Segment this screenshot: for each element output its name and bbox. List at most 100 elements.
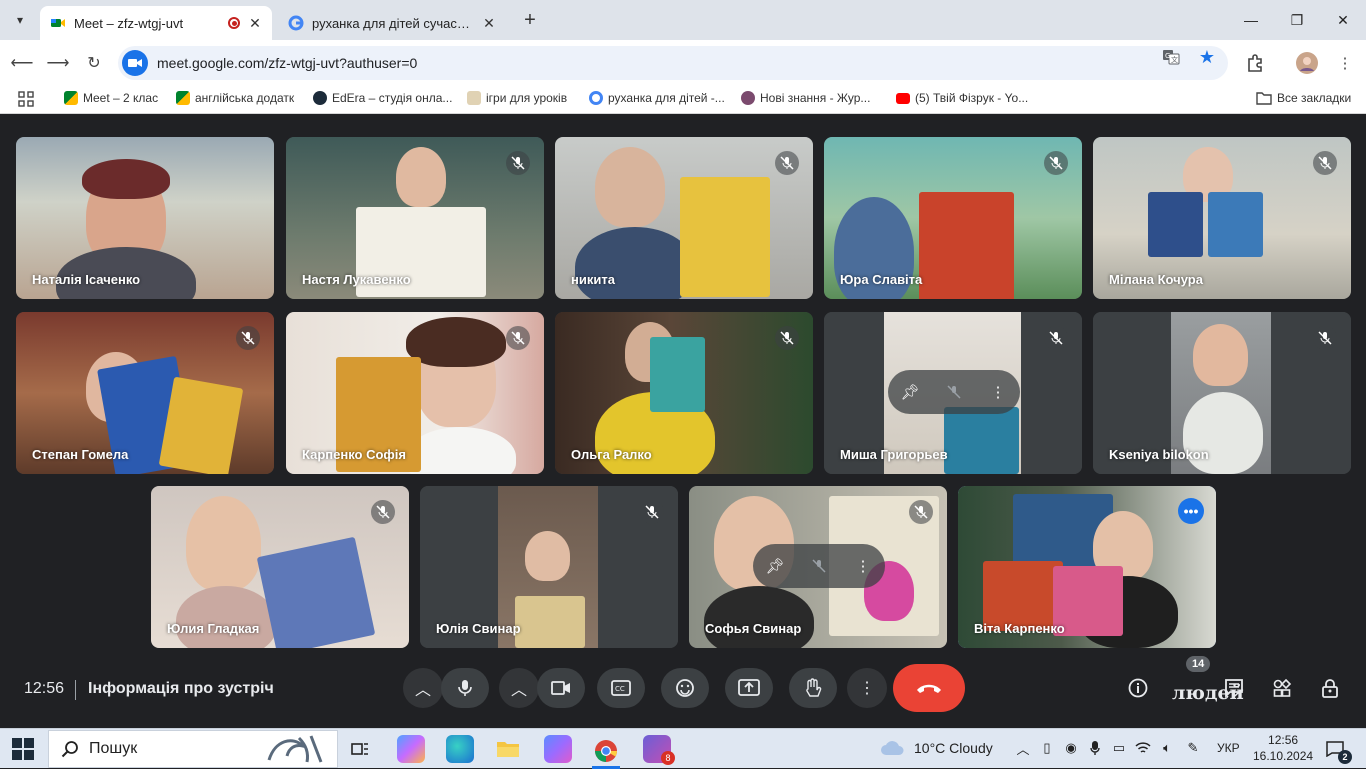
apps-grid-icon[interactable]: [18, 91, 34, 107]
minimize-button[interactable]: —: [1228, 6, 1274, 34]
meeting-controls: 12:56 Інформація про зустріч ︿ ︿ CC ⋮ 14…: [0, 656, 1366, 728]
url-text[interactable]: meet.google.com/zfz-wtgj-uvt?authuser=0: [157, 55, 417, 71]
camera-in-use-icon[interactable]: ◉: [1062, 739, 1080, 757]
bookmark-star-icon[interactable]: ★: [1196, 46, 1218, 68]
forward-button[interactable]: ⟶: [46, 51, 70, 75]
participant-tile[interactable]: Наталія Ісаченко: [16, 137, 274, 299]
meeting-details-label[interactable]: Інформація про зустріч: [88, 680, 274, 698]
present-screen-button[interactable]: [725, 668, 773, 708]
translate-icon[interactable]: G文: [1160, 46, 1182, 68]
leave-call-button[interactable]: [893, 664, 965, 712]
reload-button[interactable]: ↻: [82, 51, 106, 75]
wifi-icon[interactable]: [1134, 739, 1152, 757]
reactions-button[interactable]: [661, 668, 709, 708]
captions-button[interactable]: CC: [597, 668, 645, 708]
participant-tile[interactable]: Софья Свинар 📌︎ ⋮: [689, 486, 947, 648]
bookmark-item[interactable]: ігри для уроків: [467, 91, 567, 105]
participant-tile[interactable]: Ольга Ралко: [555, 312, 813, 474]
host-controls-icon[interactable]: [1318, 676, 1342, 700]
bookmark-item[interactable]: Meet – 2 клас: [64, 91, 158, 105]
edge-browser-icon[interactable]: [446, 735, 474, 763]
microphone-button[interactable]: [441, 668, 489, 708]
taskbar-time: 12:56: [1268, 733, 1299, 747]
show-hidden-icons-icon[interactable]: ︿: [1014, 739, 1032, 757]
meet-favicon-icon: [51, 19, 65, 27]
participant-tile[interactable]: Мілана Кочура: [1093, 137, 1351, 299]
pin-icon[interactable]: 📌︎: [764, 555, 786, 577]
teams-icon[interactable]: 8: [643, 735, 675, 765]
meeting-info-icon[interactable]: [1126, 676, 1150, 700]
tray-app-icon[interactable]: ▯: [1038, 739, 1056, 757]
notifications-icon[interactable]: 2: [1324, 738, 1352, 764]
bookmark-item[interactable]: EdEra – студія онла...: [313, 91, 452, 105]
tab-search[interactable]: руханка для дітей сучасна - По ✕: [278, 6, 506, 40]
raise-hand-button[interactable]: [789, 668, 837, 708]
copilot-icon[interactable]: [397, 735, 425, 763]
participant-tile[interactable]: Юлія Свинар: [420, 486, 678, 648]
file-explorer-icon[interactable]: [494, 735, 522, 763]
copilot-app-icon[interactable]: [544, 735, 572, 763]
participant-tile[interactable]: Степан Гомела: [16, 312, 274, 474]
new-tab-button[interactable]: +: [518, 8, 542, 32]
meet-icon: [176, 91, 190, 105]
restore-button[interactable]: ❐: [1274, 6, 1320, 34]
microphone-in-use-icon[interactable]: [1086, 739, 1104, 757]
mic-off-icon: [1044, 151, 1068, 175]
participant-tile[interactable]: Віта Карпенко •••: [958, 486, 1216, 648]
windows-start-icon[interactable]: [12, 738, 34, 760]
bookmark-item[interactable]: Нові знання - Жур...: [741, 91, 870, 105]
battery-icon[interactable]: ▭: [1110, 739, 1128, 757]
mute-participant-icon[interactable]: [943, 381, 965, 403]
taskbar-search-box[interactable]: Пошук: [48, 730, 338, 768]
browser-menu-icon[interactable]: ⋮: [1334, 52, 1356, 74]
tab-meet[interactable]: Meet – zfz-wtgj-uvt ✕: [40, 6, 272, 40]
more-options-icon[interactable]: ⋮: [987, 381, 1009, 403]
profile-avatar[interactable]: [1296, 52, 1318, 74]
extensions-icon[interactable]: [1244, 52, 1266, 74]
close-tab-icon[interactable]: ✕: [482, 15, 496, 32]
page-icon: [467, 91, 481, 105]
camera-icon[interactable]: [122, 50, 148, 76]
participant-count-badge: 14: [1186, 656, 1211, 672]
bookmark-item[interactable]: англійська додатк: [176, 91, 294, 105]
participant-tile[interactable]: никита: [555, 137, 813, 299]
close-tab-icon[interactable]: ✕: [248, 15, 262, 32]
chrome-icon[interactable]: [592, 735, 620, 769]
participant-tile[interactable]: Kseniya bilokon: [1093, 312, 1351, 474]
task-view-icon[interactable]: [346, 735, 374, 763]
participant-tile[interactable]: Карпенко Софія: [286, 312, 544, 474]
people-button[interactable]: людей: [1172, 682, 1244, 704]
participant-tile[interactable]: Миша Григорьев 📌︎ ⋮: [824, 312, 1082, 474]
volume-icon[interactable]: 🔈︎: [1158, 739, 1176, 757]
audio-options-button[interactable]: ︿: [403, 668, 443, 708]
bookmark-item[interactable]: (5) Твій Фізрук - Yo...: [896, 91, 1028, 105]
taskbar-clock[interactable]: 12:56 16.10.2024: [1253, 732, 1313, 764]
mic-off-icon: [236, 326, 260, 350]
meet-icon: [64, 91, 78, 105]
pin-icon[interactable]: 📌︎: [899, 381, 921, 403]
participant-tile[interactable]: Настя Лукавенко: [286, 137, 544, 299]
all-bookmarks-button[interactable]: Все закладки: [1256, 91, 1351, 105]
browser-toolbar: ⟵ ⟶ ↻ meet.google.com/zfz-wtgj-uvt?authu…: [0, 40, 1366, 86]
weather-widget[interactable]: 10°C Cloudy: [880, 739, 993, 757]
more-options-icon[interactable]: ⋮: [852, 555, 874, 577]
pen-icon[interactable]: ✎: [1184, 739, 1202, 757]
activities-icon[interactable]: [1270, 676, 1294, 700]
hand-icon: [806, 678, 822, 697]
more-options-icon[interactable]: •••: [1178, 498, 1204, 524]
bookmark-item[interactable]: руханка для дітей -...: [589, 91, 725, 105]
participant-tile[interactable]: Юра Славіта: [824, 137, 1082, 299]
camera-button[interactable]: [537, 668, 585, 708]
address-bar[interactable]: meet.google.com/zfz-wtgj-uvt?authuser=0: [118, 46, 1228, 80]
folder-icon: [1256, 92, 1272, 105]
participant-tile[interactable]: Юлия Гладкая: [151, 486, 409, 648]
tab-search-button[interactable]: ▾: [8, 8, 32, 32]
back-button[interactable]: ⟵: [10, 51, 34, 75]
mic-off-icon: [506, 151, 530, 175]
input-language-indicator[interactable]: УКР: [1217, 741, 1240, 755]
close-window-button[interactable]: ✕: [1320, 6, 1366, 34]
more-options-button[interactable]: ⋮: [847, 668, 887, 708]
mute-participant-icon[interactable]: [808, 555, 830, 577]
captions-icon: CC: [611, 680, 631, 696]
video-options-button[interactable]: ︿: [499, 668, 539, 708]
